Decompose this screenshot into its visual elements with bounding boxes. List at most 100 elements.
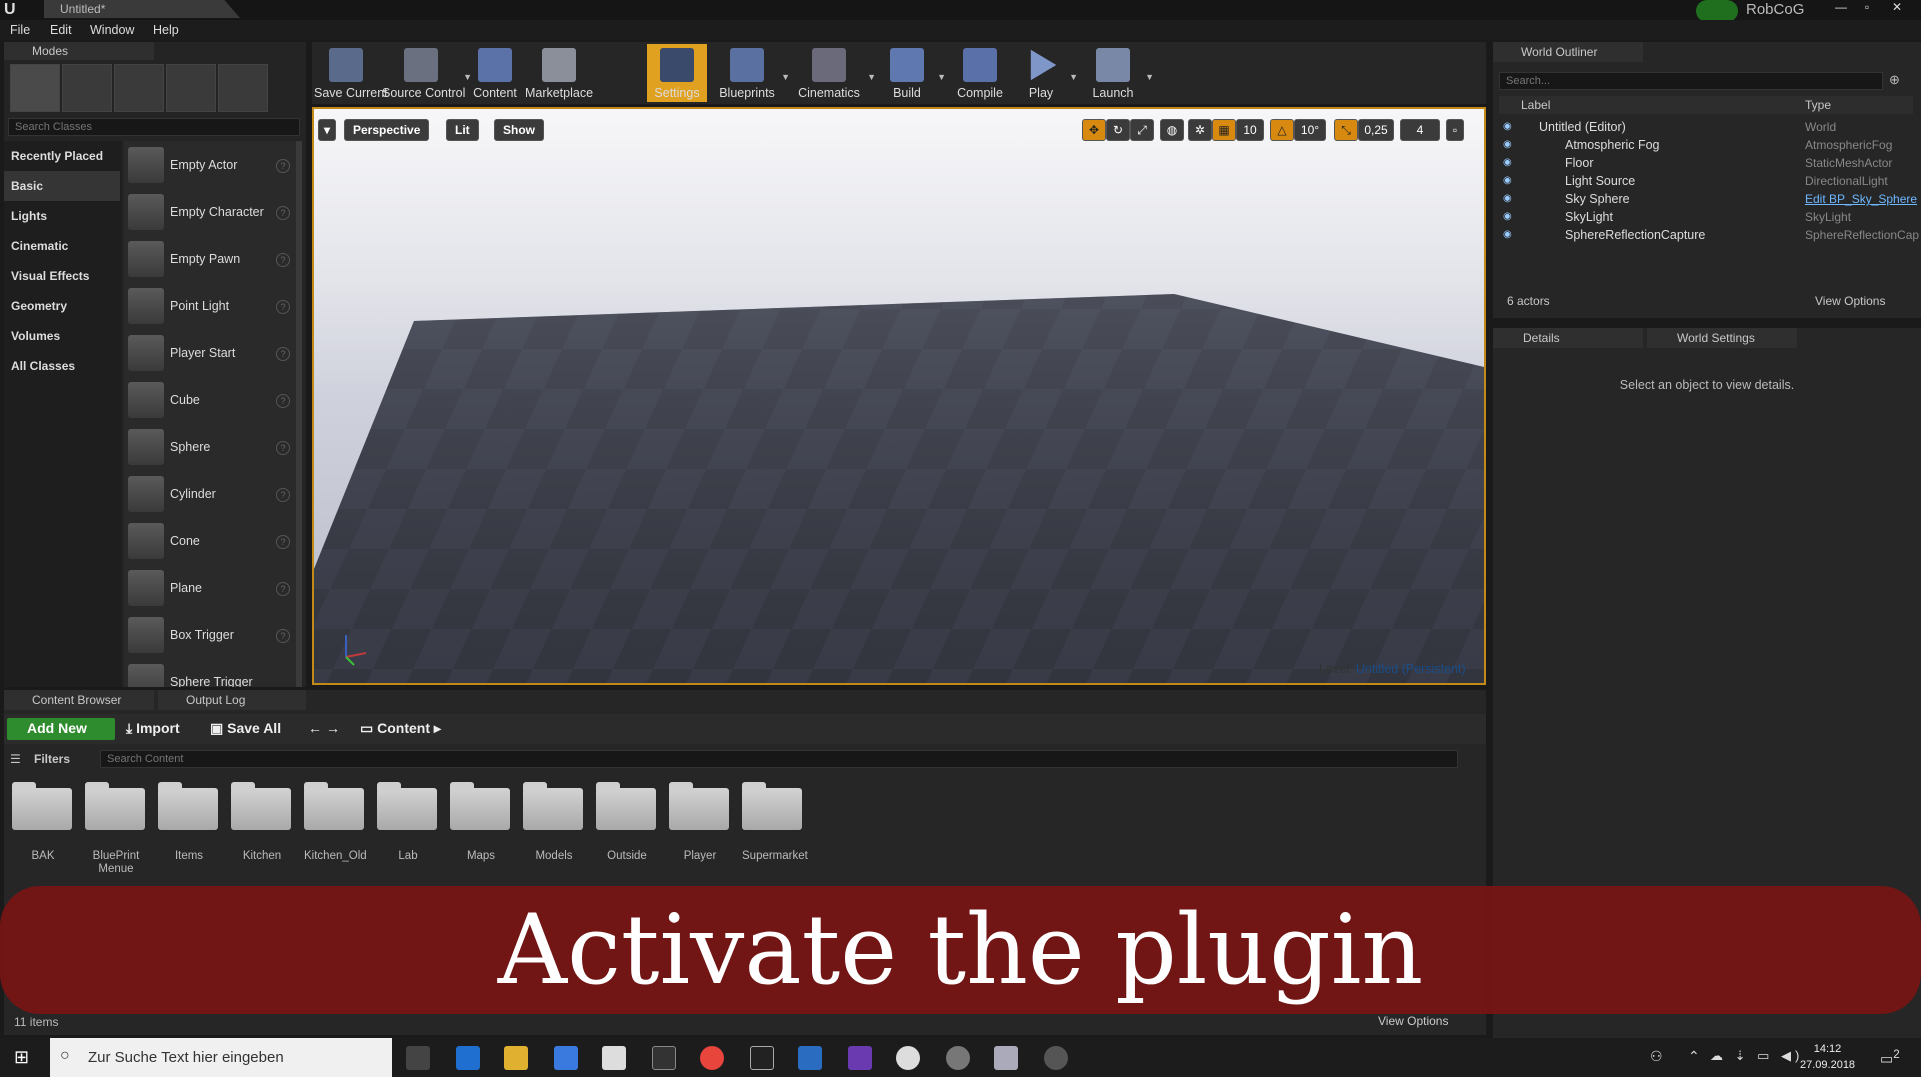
visibility-eye-icon[interactable]: ◉ (1503, 193, 1515, 204)
compile-button[interactable]: Compile (950, 44, 1010, 102)
rotate-icon[interactable]: ↻ (1106, 119, 1130, 141)
content-browser-tab[interactable]: Content Browser (4, 690, 154, 710)
minimize-button[interactable]: — (1830, 0, 1852, 14)
visual-studio-icon[interactable] (848, 1046, 872, 1070)
maximize-button[interactable]: ▫ (1856, 0, 1878, 14)
outliner-row[interactable]: ◉ Sky Sphere Edit BP_Sky_Sphere (1499, 190, 1917, 208)
task-view-icon[interactable] (406, 1046, 430, 1070)
add-filter-icon[interactable]: ⊕ (1889, 72, 1900, 88)
outliner-row[interactable]: ◉ Atmospheric Fog AtmosphericFog (1499, 136, 1913, 154)
modes-tab[interactable]: Modes (4, 42, 154, 60)
search-classes-field[interactable] (8, 118, 300, 136)
actor-row[interactable]: Box Trigger? (124, 611, 296, 658)
scale-snap-icon[interactable]: ⤡ (1334, 119, 1358, 141)
actor-row[interactable]: Sphere? (124, 423, 296, 470)
camera-speed-value[interactable]: 4 (1400, 119, 1440, 141)
category-volumes[interactable]: Volumes (4, 321, 120, 351)
content-view-options[interactable]: View Options (1378, 1014, 1448, 1028)
source-control-button[interactable]: Source Control ▼ (382, 44, 472, 102)
outliner-search-field[interactable] (1499, 72, 1883, 90)
epic-games-icon[interactable] (750, 1046, 774, 1070)
help-icon[interactable]: ? (276, 159, 290, 173)
visibility-eye-icon[interactable]: ◉ (1503, 175, 1515, 186)
actor-row[interactable]: Empty Actor? (124, 141, 296, 188)
maximize-viewport-icon[interactable]: ▫ (1446, 119, 1464, 141)
outliner-row[interactable]: ◉ Floor StaticMeshActor (1499, 154, 1913, 172)
terminal-icon[interactable] (652, 1046, 676, 1070)
obs-icon[interactable] (1044, 1046, 1068, 1070)
help-icon[interactable]: ? (276, 535, 290, 549)
content-path[interactable]: ▭ Content ▸ (360, 720, 441, 737)
play-button[interactable]: Play ▼ (1016, 44, 1078, 102)
perspective-button[interactable]: Perspective (344, 119, 430, 141)
visibility-eye-icon[interactable]: ◉ (1503, 121, 1515, 132)
folder-item[interactable]: Lab (377, 782, 439, 863)
outliner-search-input[interactable] (1500, 73, 1850, 89)
tray-chevron-up-icon[interactable]: ⌃ (1688, 1048, 1700, 1065)
store-icon[interactable] (554, 1046, 578, 1070)
category-geometry[interactable]: Geometry (4, 291, 120, 321)
launch-button[interactable]: Launch ▼ (1084, 44, 1154, 102)
sources-toggle-icon[interactable]: ☰ (10, 752, 21, 766)
visibility-eye-icon[interactable]: ◉ (1503, 211, 1515, 222)
actor-row[interactable]: Cylinder? (124, 470, 296, 517)
category-basic[interactable]: Basic (4, 171, 120, 201)
place-mode-icon[interactable] (10, 64, 60, 112)
actor-row[interactable]: Cube? (124, 376, 296, 423)
build-button[interactable]: Build ▼ (880, 44, 946, 102)
outliner-row[interactable]: ◉ Light Source DirectionalLight (1499, 172, 1913, 190)
save-all-button[interactable]: ▣ Save All (210, 720, 281, 737)
settings-gear-icon[interactable] (946, 1046, 970, 1070)
rotation-snap-value[interactable]: 10° (1294, 119, 1326, 141)
blueprints-button[interactable]: Blueprints ▼ (716, 44, 790, 102)
foliage-mode-icon[interactable] (166, 64, 216, 112)
actor-list-scrollbar[interactable] (296, 141, 302, 687)
edge-icon[interactable] (456, 1046, 480, 1070)
mail-icon[interactable] (602, 1046, 626, 1070)
menu-window[interactable]: Window (90, 23, 134, 37)
outliner-view-options[interactable]: View Options (1815, 294, 1885, 308)
help-icon[interactable]: ? (276, 488, 290, 502)
folder-item[interactable]: BluePrint Menue (85, 782, 147, 876)
type-column-header[interactable]: Type (1805, 98, 1831, 112)
actor-row[interactable]: Point Light? (124, 282, 296, 329)
actor-row[interactable]: Player Start? (124, 329, 296, 376)
translate-icon[interactable]: ✥ (1082, 119, 1106, 141)
actor-row[interactable]: Empty Pawn? (124, 235, 296, 282)
category-recently-placed[interactable]: Recently Placed (4, 141, 120, 171)
unreal-engine-icon[interactable] (896, 1046, 920, 1070)
outliner-row[interactable]: ◉ Untitled (Editor) World (1499, 118, 1913, 136)
folder-item[interactable]: Models (523, 782, 585, 863)
dropdown-arrow-icon[interactable]: ▼ (937, 72, 946, 82)
save-current-button[interactable]: Save Current (314, 44, 388, 102)
actor-row[interactable]: Sphere Trigger (124, 658, 296, 687)
outliner-row[interactable]: ◉ SphereReflectionCapture SphereReflection… (1499, 226, 1919, 244)
edit-blueprint-link[interactable]: Edit BP_Sky_Sphere (1805, 192, 1917, 206)
world-outliner-tab[interactable]: World Outliner (1493, 42, 1643, 62)
help-icon[interactable]: ? (276, 253, 290, 267)
folder-item[interactable]: Player (669, 782, 731, 863)
rotation-snap-icon[interactable]: △ (1270, 119, 1294, 141)
category-cinematic[interactable]: Cinematic (4, 231, 120, 261)
actor-row[interactable]: Empty Character? (124, 188, 296, 235)
dropdown-arrow-icon[interactable]: ▼ (867, 72, 876, 82)
folder-item[interactable]: BAK (12, 782, 74, 863)
visibility-eye-icon[interactable]: ◉ (1503, 229, 1515, 240)
notification-icon[interactable]: ▭2 (1880, 1048, 1900, 1068)
outliner-row[interactable]: ◉ SkyLight SkyLight (1499, 208, 1913, 226)
menu-edit[interactable]: Edit (50, 23, 72, 37)
help-icon[interactable]: ? (276, 629, 290, 643)
folder-item[interactable]: Supermarket (742, 782, 808, 863)
help-icon[interactable]: ? (276, 347, 290, 361)
taskbar-search[interactable]: ○ Zur Suche Text hier eingeben (50, 1038, 392, 1077)
world-local-icon[interactable]: ◍ (1160, 119, 1184, 141)
geometry-mode-icon[interactable] (218, 64, 268, 112)
visibility-eye-icon[interactable]: ◉ (1503, 157, 1515, 168)
paint-mode-icon[interactable] (62, 64, 112, 112)
category-lights[interactable]: Lights (4, 201, 120, 231)
actor-row[interactable]: Plane? (124, 564, 296, 611)
details-tab[interactable]: Details (1493, 328, 1643, 348)
output-log-tab[interactable]: Output Log (158, 690, 306, 710)
world-settings-tab[interactable]: World Settings (1647, 328, 1797, 348)
label-column-header[interactable]: Label (1521, 98, 1550, 112)
